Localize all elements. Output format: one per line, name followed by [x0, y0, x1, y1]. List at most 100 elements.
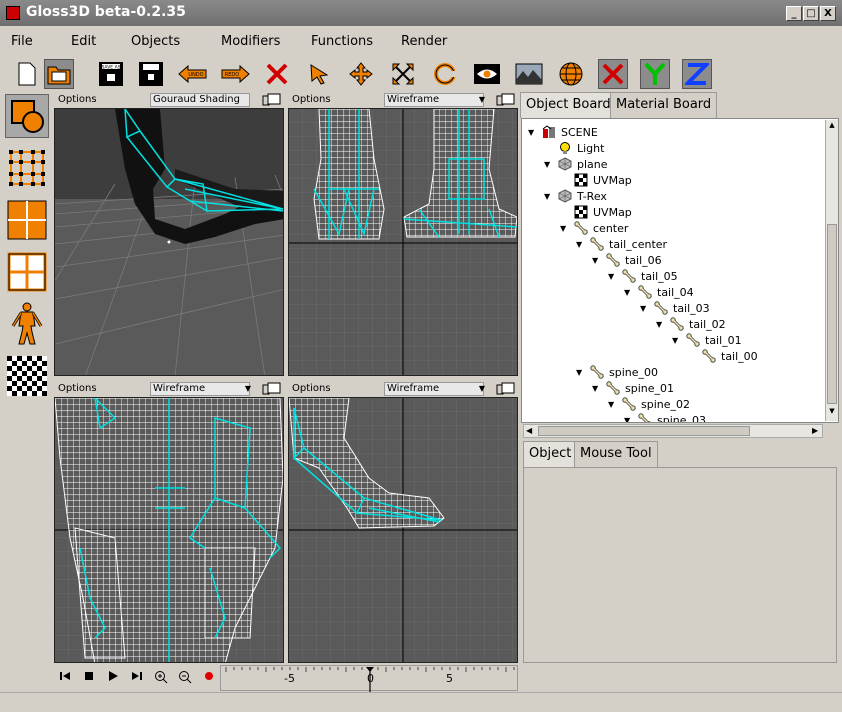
- skin-mode-button[interactable]: [5, 302, 49, 346]
- tree-node[interactable]: ▼ tail_01: [672, 332, 742, 348]
- tree-node[interactable]: UVMap: [560, 172, 632, 188]
- tree-node[interactable]: ▼ tail_02: [656, 316, 726, 332]
- tree-node[interactable]: ▼ spine_00: [576, 364, 658, 380]
- scroll-up-icon[interactable]: ▲: [827, 121, 837, 133]
- expand-arrow-icon[interactable]: ▼: [560, 224, 570, 233]
- viewport-4-shading-select[interactable]: Wireframe: [384, 382, 484, 396]
- tree-node[interactable]: ▼ tail_06: [592, 252, 662, 268]
- viewport-top[interactable]: [54, 397, 284, 663]
- undo-button[interactable]: UNDO: [178, 59, 208, 89]
- expand-arrow-icon[interactable]: ▼: [544, 160, 554, 169]
- stop-button[interactable]: [80, 670, 98, 686]
- tree-node[interactable]: ▼ spine_02: [608, 396, 690, 412]
- tree-node[interactable]: Light: [544, 140, 604, 156]
- tree-node[interactable]: ▼ SCENE: [528, 124, 598, 140]
- edge-mode-button[interactable]: [5, 250, 49, 294]
- object-mode-button[interactable]: [5, 94, 49, 138]
- tree-node[interactable]: ▼ plane: [544, 156, 608, 172]
- chevron-down-icon[interactable]: ▼: [476, 93, 488, 107]
- tree-node[interactable]: UVMap: [560, 204, 632, 220]
- expand-arrow-icon[interactable]: ▼: [624, 416, 634, 423]
- timeline-ruler[interactable]: -5 0 5: [220, 665, 518, 692]
- tree-node[interactable]: ▼ T-Rex: [544, 188, 607, 204]
- expand-arrow-icon[interactable]: ▼: [624, 288, 634, 297]
- zoom-in-button[interactable]: [152, 670, 170, 686]
- expand-arrow-icon[interactable]: ▼: [656, 320, 666, 329]
- menu-functions[interactable]: Functions: [311, 34, 373, 49]
- tree-vertical-scrollbar[interactable]: ▲ ▼: [825, 120, 838, 421]
- minimize-button[interactable]: _: [786, 6, 802, 21]
- tree-node[interactable]: ▼ tail_04: [624, 284, 694, 300]
- play-button[interactable]: [104, 670, 122, 686]
- open-file-button[interactable]: [44, 59, 74, 89]
- expand-arrow-icon[interactable]: ▼: [672, 336, 682, 345]
- scroll-down-icon[interactable]: ▼: [827, 407, 837, 419]
- axis-z-toggle[interactable]: [682, 59, 712, 89]
- viewport-2-options[interactable]: Options: [292, 94, 331, 105]
- uv-mode-button[interactable]: [5, 354, 49, 398]
- viewport-perspective[interactable]: [54, 108, 284, 376]
- viewport-1-options[interactable]: Options: [58, 94, 97, 105]
- expand-arrow-icon[interactable]: ▼: [576, 368, 586, 377]
- skip-end-button[interactable]: [128, 670, 146, 686]
- axis-y-toggle[interactable]: [640, 59, 670, 89]
- viewport-1-maximize[interactable]: [262, 93, 282, 107]
- menu-file[interactable]: File: [11, 34, 33, 49]
- menu-objects[interactable]: Objects: [131, 34, 180, 49]
- chevron-down-icon[interactable]: ▼: [242, 382, 254, 396]
- scroll-left-icon[interactable]: ◀: [526, 426, 532, 435]
- menu-modifiers[interactable]: Modifiers: [221, 34, 280, 49]
- rotate-tool-button[interactable]: [430, 59, 460, 89]
- vertex-mode-button[interactable]: [5, 146, 49, 190]
- tree-hscroll-thumb[interactable]: [538, 426, 750, 436]
- expand-arrow-icon[interactable]: ▼: [640, 304, 650, 313]
- tree-node[interactable]: ▼ tail_05: [608, 268, 678, 284]
- tab-mouse-tool[interactable]: Mouse Tool: [574, 441, 658, 467]
- tab-object-board[interactable]: Object Board: [520, 92, 617, 118]
- viewport-3-options[interactable]: Options: [58, 383, 97, 394]
- axis-x-toggle[interactable]: [598, 59, 628, 89]
- menu-render[interactable]: Render: [401, 34, 447, 49]
- rewind-button[interactable]: [56, 670, 74, 686]
- chevron-down-icon[interactable]: ▼: [476, 382, 488, 396]
- pick-tool-button[interactable]: [304, 59, 334, 89]
- tab-object[interactable]: Object: [523, 441, 578, 467]
- sphere-button[interactable]: [556, 59, 586, 89]
- expand-arrow-icon[interactable]: ▼: [608, 400, 618, 409]
- viewport-front[interactable]: [288, 108, 518, 376]
- expand-arrow-icon[interactable]: ▼: [576, 240, 586, 249]
- expand-arrow-icon[interactable]: ▼: [544, 192, 554, 201]
- record-button[interactable]: [200, 670, 218, 686]
- viewport-2-maximize[interactable]: [496, 93, 516, 107]
- tree-scroll-thumb[interactable]: [827, 224, 837, 404]
- maximize-button[interactable]: □: [803, 6, 819, 21]
- tree-node[interactable]: ▼ tail_center: [576, 236, 667, 252]
- expand-arrow-icon[interactable]: ▼: [528, 128, 538, 137]
- tab-material-board[interactable]: Material Board: [610, 92, 718, 118]
- scale-tool-button[interactable]: [388, 59, 418, 89]
- new-file-button[interactable]: [12, 59, 42, 89]
- save-as-button[interactable]: SAVE AS: [96, 59, 126, 89]
- tree-node[interactable]: ▼ tail_03: [640, 300, 710, 316]
- move-tool-button[interactable]: [346, 59, 376, 89]
- save-button[interactable]: [136, 59, 166, 89]
- viewport-side[interactable]: [288, 397, 518, 663]
- expand-arrow-icon[interactable]: ▼: [592, 384, 602, 393]
- expand-arrow-icon[interactable]: ▼: [592, 256, 602, 265]
- zoom-out-button[interactable]: [176, 670, 194, 686]
- viewport-4-maximize[interactable]: [496, 382, 516, 396]
- tree-node[interactable]: ▼ spine_03: [624, 412, 706, 423]
- render-view-button[interactable]: [472, 59, 502, 89]
- expand-arrow-icon[interactable]: ▼: [608, 272, 618, 281]
- viewport-3-shading-select[interactable]: Wireframe: [150, 382, 250, 396]
- tree-node[interactable]: tail_00: [688, 348, 758, 364]
- viewport-2-shading-select[interactable]: Wireframe: [384, 93, 484, 107]
- tree-node[interactable]: ▼ center: [560, 220, 628, 236]
- tree-horizontal-scrollbar[interactable]: ◀ ▶: [523, 424, 823, 438]
- tree-node[interactable]: ▼ spine_01: [592, 380, 674, 396]
- face-mode-button[interactable]: [5, 198, 49, 242]
- delete-button[interactable]: [262, 59, 292, 89]
- scroll-right-icon[interactable]: ▶: [812, 426, 818, 435]
- close-button[interactable]: X: [820, 6, 836, 21]
- viewport-3-maximize[interactable]: [262, 382, 282, 396]
